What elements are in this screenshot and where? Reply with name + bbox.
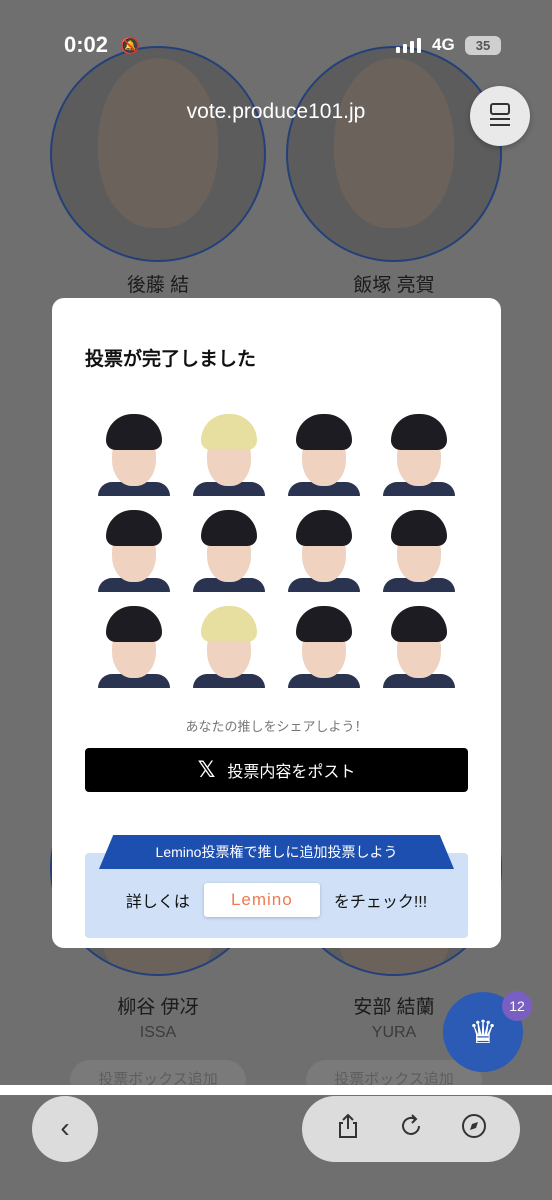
- x-logo-icon: 𝕏: [197, 757, 216, 782]
- status-bar: 0:02 🔕 4G 35: [0, 0, 552, 90]
- post-to-x-button[interactable]: 𝕏 投票内容をポスト: [85, 748, 468, 792]
- compass-icon[interactable]: [460, 1112, 488, 1147]
- voted-members-grid: [94, 406, 464, 688]
- candidate-name: 後藤 結: [126, 275, 190, 296]
- battery-icon: 35: [465, 36, 501, 55]
- tabs-icon[interactable]: [470, 86, 530, 146]
- lemino-promo: Lemino投票権で推しに追加投票しよう 詳しくは Lemino をチェック!!…: [85, 835, 468, 938]
- candidate-romaji: ISSA: [139, 1024, 177, 1041]
- member-photo: [379, 598, 459, 688]
- lemino-logo-button[interactable]: Lemino: [203, 883, 320, 917]
- share-note: あなたの推しをシェアしよう！: [185, 719, 368, 734]
- vote-count-badge: 12: [502, 991, 532, 1021]
- lemino-prefix: 詳しくは: [125, 894, 190, 911]
- silent-bell-icon: 🔕: [120, 38, 140, 55]
- member-photo: [284, 406, 364, 496]
- member-photo: [189, 406, 269, 496]
- chevron-left-icon: ‹: [60, 1112, 70, 1143]
- divider: [0, 1085, 552, 1095]
- member-photo: [94, 406, 174, 496]
- reload-icon[interactable]: [397, 1112, 425, 1147]
- member-photo: [189, 502, 269, 592]
- candidate-name: 飯塚 亮賀: [353, 275, 435, 296]
- candidate-name: 柳谷 伊冴: [117, 997, 199, 1018]
- post-button-label: 投票内容をポスト: [227, 764, 356, 781]
- member-photo: [379, 502, 459, 592]
- share-icon[interactable]: [334, 1112, 362, 1147]
- member-photo: [189, 598, 269, 688]
- lemino-suffix: をチェック!!!: [333, 894, 428, 911]
- back-button[interactable]: ‹: [32, 1096, 98, 1162]
- member-photo: [284, 502, 364, 592]
- signal-icon: [396, 38, 421, 53]
- clock: 0:02: [64, 32, 109, 57]
- crown-icon: ♛: [468, 1014, 498, 1050]
- lemino-banner: Lemino投票権で推しに追加投票しよう: [99, 835, 454, 869]
- member-photo: [94, 502, 174, 592]
- member-photo: [379, 406, 459, 496]
- vote-complete-modal: 投票が完了しました あなたの推しをシェアしよう！ 𝕏 投票内容をポスト Lemi…: [52, 298, 501, 948]
- browser-actions: [302, 1096, 520, 1162]
- network-type: 4G: [432, 35, 455, 54]
- member-photo: [94, 598, 174, 688]
- member-photo: [284, 598, 364, 688]
- modal-title: 投票が完了しました: [85, 349, 257, 370]
